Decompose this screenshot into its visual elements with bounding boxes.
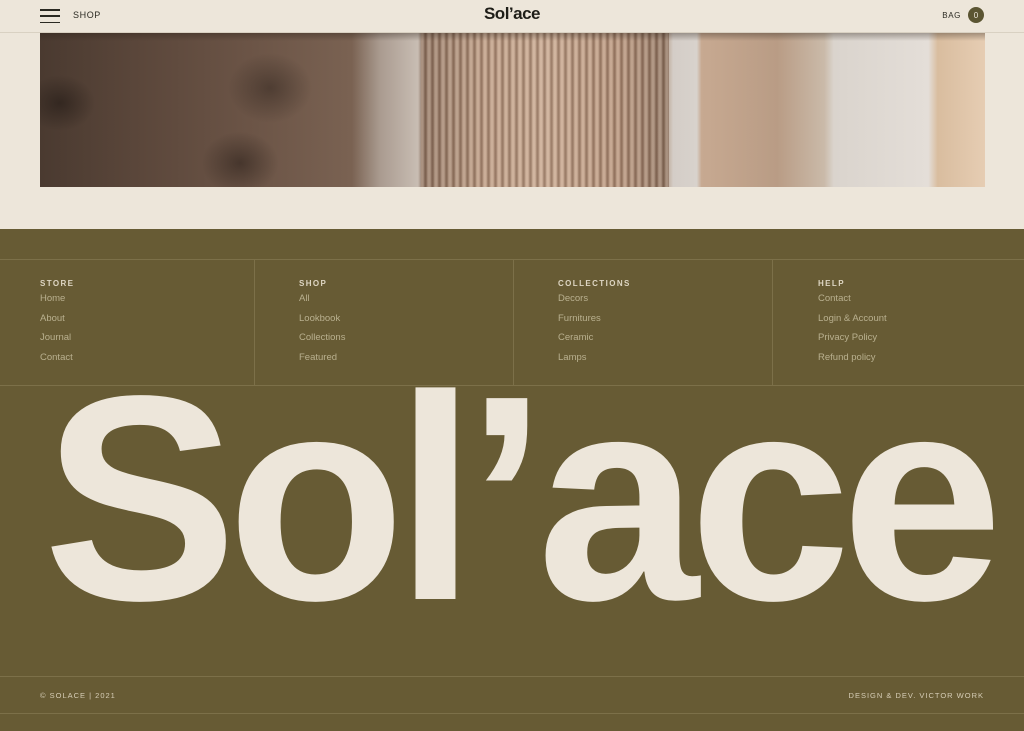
copyright-text: © SOLACE | 2021 <box>40 691 116 700</box>
footer-link[interactable]: Decors <box>558 292 601 312</box>
footer-link[interactable]: About <box>40 312 73 332</box>
page: SHOP Sol’ace BAG 0 STORE Home About Jour… <box>0 0 1024 731</box>
footer-wordmark: Sol’ace <box>28 367 1008 657</box>
hero-fluted-wood <box>421 33 669 187</box>
hero-shadow <box>40 33 985 41</box>
footer-link-list: Decors Furnitures Ceramic Lamps <box>558 292 601 370</box>
footer-link[interactable]: Lookbook <box>299 312 345 332</box>
footer-heading: STORE <box>40 279 75 288</box>
footer-link-list: Home About Journal Contact <box>40 292 73 370</box>
footer-heading: HELP <box>818 279 845 288</box>
footer-bottom-bar: © SOLACE | 2021 DESIGN & DEV. VICTOR WOR… <box>0 676 1024 714</box>
wordmark-svg: Sol’ace <box>43 367 1006 657</box>
bag-count-badge: 0 <box>968 7 984 23</box>
site-footer: STORE Home About Journal Contact SHOP Al… <box>0 229 1024 731</box>
footer-link-list: Contact Login & Account Privacy Policy R… <box>818 292 887 370</box>
footer-heading: COLLECTIONS <box>558 279 631 288</box>
footer-link[interactable]: Furnitures <box>558 312 601 332</box>
footer-link[interactable]: Contact <box>818 292 887 312</box>
site-logo[interactable]: Sol’ace <box>0 4 1024 24</box>
bag-button[interactable]: BAG 0 <box>942 7 984 23</box>
footer-link[interactable]: All <box>299 292 345 312</box>
footer-link[interactable]: Journal <box>40 331 73 351</box>
footer-link[interactable]: Ceramic <box>558 331 601 351</box>
footer-link[interactable]: Collections <box>299 331 345 351</box>
footer-link[interactable]: Home <box>40 292 73 312</box>
footer-link-list: All Lookbook Collections Featured <box>299 292 345 370</box>
hero-product-image <box>40 33 985 187</box>
footer-link[interactable]: Privacy Policy <box>818 331 887 351</box>
site-header: SHOP Sol’ace BAG 0 <box>0 0 1024 33</box>
footer-heading: SHOP <box>299 279 328 288</box>
wordmark-text: Sol’ace <box>43 367 996 657</box>
bag-label: BAG <box>942 10 961 20</box>
hero-blur-overlay <box>40 33 418 187</box>
credits-link[interactable]: DESIGN & DEV. VICTOR WORK <box>849 691 984 700</box>
footer-link[interactable]: Login & Account <box>818 312 887 332</box>
